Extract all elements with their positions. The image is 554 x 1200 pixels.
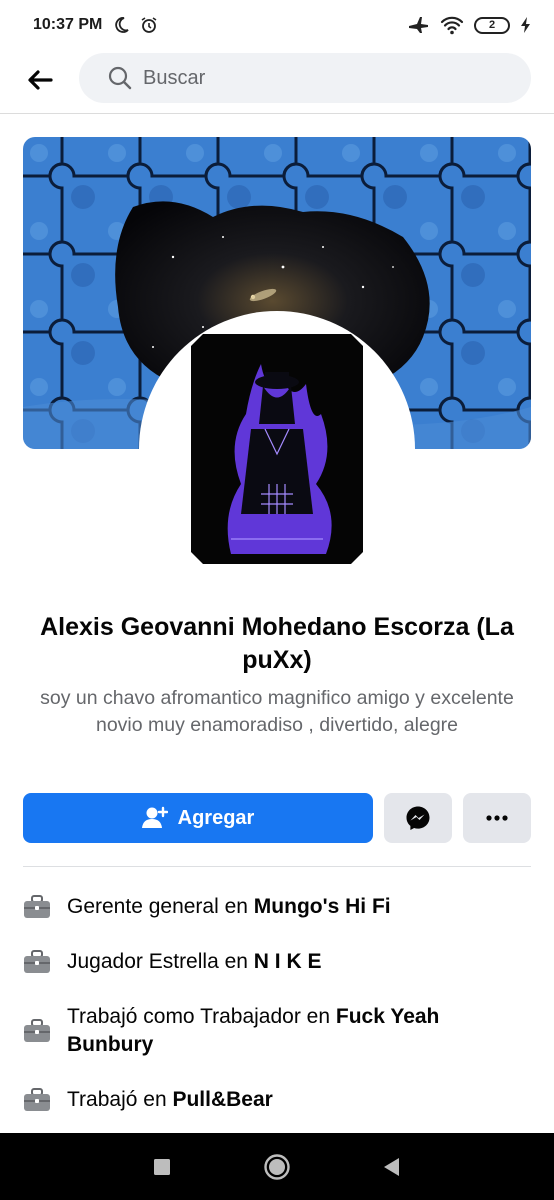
- airplane-icon: [409, 17, 428, 33]
- briefcase-icon: [24, 895, 50, 918]
- alarm-icon: [141, 17, 157, 33]
- moon-icon: [115, 17, 129, 33]
- system-nav-bar: [0, 1133, 554, 1200]
- add-friend-icon: [141, 806, 168, 828]
- briefcase-icon: [24, 950, 50, 973]
- messenger-icon: [406, 806, 430, 830]
- search-icon: [108, 66, 132, 90]
- back-button[interactable]: [24, 64, 56, 96]
- work-item: Trabajó en Pull&Bear: [23, 1086, 531, 1114]
- work-place[interactable]: Mungo's Hi Fi: [254, 895, 391, 918]
- work-prefix: Trabajó como Trabajador en: [67, 1005, 336, 1028]
- status-right: 2: [408, 15, 532, 35]
- battery-icon: 2: [474, 16, 510, 34]
- work-place[interactable]: Pull&Bear: [172, 1088, 272, 1111]
- profile-picture-image: [191, 334, 363, 564]
- top-header: [0, 50, 554, 114]
- more-options-button[interactable]: [463, 793, 531, 843]
- profile-name: Alexis Geovanni Mohedano Escorza (La puX…: [40, 613, 514, 674]
- nav-home-icon: [264, 1154, 290, 1180]
- work-item: Jugador Estrella en N I K E: [23, 948, 531, 976]
- status-bar: 10:37 PM 2: [0, 0, 554, 50]
- work-item: Trabajó como Trabajador en Fuck Yeah Bun…: [23, 1003, 531, 1059]
- add-friend-button[interactable]: Agregar: [23, 793, 373, 843]
- recents-button[interactable]: [148, 1153, 176, 1181]
- nav-square-icon: [154, 1159, 170, 1175]
- profile-bio: soy un chavo afromantico magnifico amigo…: [40, 687, 514, 736]
- search-box[interactable]: [79, 53, 531, 103]
- status-time: 10:37 PM: [33, 16, 103, 33]
- add-friend-label: Agregar: [177, 806, 255, 829]
- more-icon: [486, 815, 508, 821]
- search-input[interactable]: [143, 66, 503, 90]
- divider: [23, 866, 531, 867]
- system-back-button[interactable]: [377, 1153, 405, 1181]
- work-text: Trabajó en Pull&Bear: [67, 1086, 273, 1114]
- work-prefix: Trabajó en: [67, 1088, 173, 1111]
- battery-level: 2: [488, 19, 496, 31]
- status-left: 10:37 PM: [33, 16, 158, 34]
- wifi-icon: [440, 16, 464, 35]
- work-item: Gerente general en Mungo's Hi Fi: [23, 893, 531, 921]
- briefcase-icon: [24, 1088, 50, 1111]
- briefcase-icon: [24, 1019, 50, 1042]
- work-prefix: Jugador Estrella en: [67, 950, 254, 973]
- home-button[interactable]: [263, 1153, 291, 1181]
- charging-icon: [521, 17, 530, 33]
- nav-back-icon: [384, 1158, 399, 1176]
- work-text: Jugador Estrella en N I K E: [67, 948, 321, 976]
- work-text: Gerente general en Mungo's Hi Fi: [67, 893, 391, 921]
- work-place[interactable]: N I K E: [254, 950, 322, 973]
- back-arrow-icon: [28, 70, 53, 90]
- profile-picture[interactable]: [139, 311, 415, 587]
- message-button[interactable]: [384, 793, 452, 843]
- work-text: Trabajó como Trabajador en Fuck Yeah Bun…: [67, 1003, 517, 1059]
- work-prefix: Gerente general en: [67, 895, 254, 918]
